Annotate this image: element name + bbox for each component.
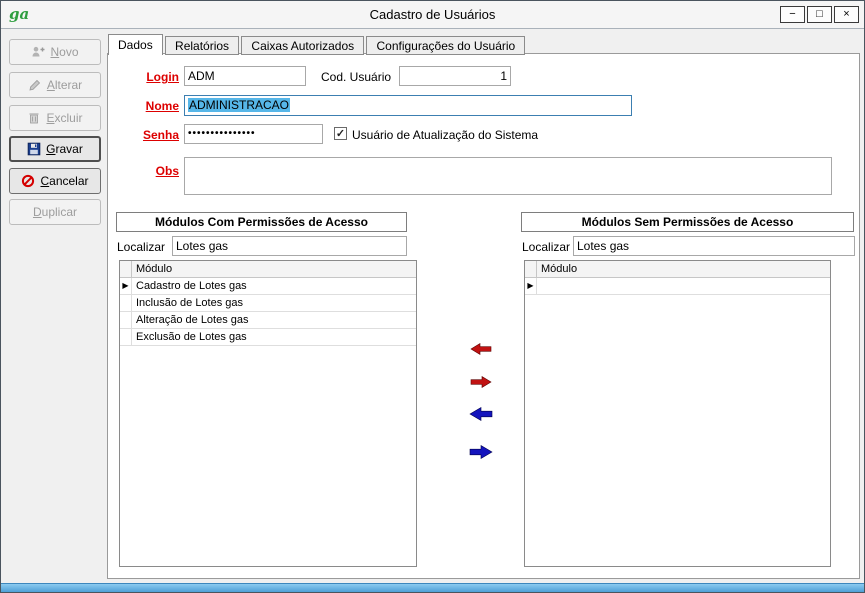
window-controls: − □ ×: [780, 6, 859, 23]
duplicar-button-label: Duplicar: [33, 205, 77, 219]
new-user-icon: [31, 45, 45, 59]
grid-row[interactable]: Inclusão de Lotes gas: [120, 295, 416, 312]
grid-header-right: Módulo: [525, 261, 830, 278]
grid-indicator-header: [525, 261, 537, 277]
nome-input[interactable]: ADMINISTRACAO: [184, 95, 632, 116]
row-indicator-empty: [120, 312, 132, 328]
cod-usuario-input[interactable]: 1: [399, 66, 511, 86]
cancel-icon: [21, 174, 35, 188]
modules-without-access-title: Módulos Sem Permissões de Acesso: [521, 212, 854, 232]
senha-input[interactable]: •••••••••••••••: [184, 124, 323, 144]
tab-caixas-autorizados[interactable]: Caixas Autorizados: [241, 36, 364, 55]
minimize-button[interactable]: −: [780, 6, 805, 23]
cancelar-button[interactable]: Cancelar: [9, 168, 101, 194]
obs-input[interactable]: [184, 157, 832, 195]
grid-header-left: Módulo: [120, 261, 416, 278]
tab-relatorios[interactable]: Relatórios: [165, 36, 239, 55]
maximize-button[interactable]: □: [807, 6, 832, 23]
red-right-arrow-icon: [470, 375, 492, 389]
edit-icon: [28, 78, 42, 92]
blue-left-arrow-icon: [468, 406, 494, 422]
sidebar: Novo Alterar Excluir Gravar Cancelar: [4, 32, 107, 580]
move-all-right-button[interactable]: [468, 444, 494, 463]
senha-label: Senha: [108, 128, 179, 142]
tab-dados[interactable]: Dados: [108, 34, 163, 55]
modules-with-access-title: Módulos Com Permissões de Acesso: [116, 212, 407, 232]
grid-cell[interactable]: [537, 278, 830, 294]
row-indicator-empty: [120, 329, 132, 345]
login-label: Login: [108, 70, 179, 84]
move-all-left-button[interactable]: [468, 406, 494, 425]
tab-configuracoes-usuario[interactable]: Configurações do Usuário: [366, 36, 525, 55]
close-button[interactable]: ×: [834, 6, 859, 23]
tab-page-dados: Login ADM Cod. Usuário 1 Nome ADMINISTRA…: [107, 53, 860, 579]
checkmark-icon: ✓: [335, 128, 346, 140]
blue-right-arrow-icon: [468, 444, 494, 460]
gravar-button-label: Gravar: [46, 142, 83, 156]
app-window: ga Cadastro de Usuários − □ × Novo Alter…: [0, 0, 865, 593]
login-input[interactable]: ADM: [184, 66, 306, 86]
alterar-button-label: Alterar: [47, 78, 82, 92]
nome-input-selected-text: ADMINISTRACAO: [188, 98, 290, 112]
localizar-left-label: Localizar: [117, 240, 165, 254]
excluir-button[interactable]: Excluir: [9, 105, 101, 131]
novo-button-label: Novo: [50, 45, 78, 59]
trash-icon: [27, 111, 41, 125]
grid-row[interactable]: Alteração de Lotes gas: [120, 312, 416, 329]
duplicar-button[interactable]: Duplicar: [9, 199, 101, 225]
cancelar-button-label: Cancelar: [40, 174, 88, 188]
row-indicator-icon: ▶: [120, 278, 132, 294]
red-left-arrow-icon: [470, 342, 492, 356]
grid-row-selected[interactable]: ▶ Cadastro de Lotes gas: [120, 278, 416, 295]
tab-bar: Dados Relatórios Caixas Autorizados Conf…: [108, 34, 524, 55]
window-bottom-border: [1, 583, 864, 592]
move-selected-left-button[interactable]: [470, 342, 492, 359]
grid-column-modulo: Módulo: [537, 261, 830, 277]
localizar-left-input[interactable]: Lotes gas: [172, 236, 407, 256]
nome-label: Nome: [108, 99, 179, 113]
row-indicator-icon: ▶: [525, 278, 537, 294]
grid-cell[interactable]: Cadastro de Lotes gas: [132, 278, 416, 294]
modules-without-access-grid[interactable]: Módulo ▶: [524, 260, 831, 567]
grid-row[interactable]: Exclusão de Lotes gas: [120, 329, 416, 346]
update-user-checkbox[interactable]: ✓: [334, 127, 347, 140]
grid-column-modulo: Módulo: [132, 261, 416, 277]
grid-indicator-header: [120, 261, 132, 277]
grid-row-selected[interactable]: ▶: [525, 278, 830, 295]
localizar-right-input[interactable]: Lotes gas: [573, 236, 855, 256]
update-user-checkbox-label[interactable]: Usuário de Atualização do Sistema: [352, 128, 538, 142]
row-indicator-empty: [120, 295, 132, 311]
grid-cell[interactable]: Alteração de Lotes gas: [132, 312, 416, 328]
obs-label: Obs: [108, 164, 179, 178]
novo-button[interactable]: Novo: [9, 39, 101, 65]
alterar-button[interactable]: Alterar: [9, 72, 101, 98]
window-title: Cadastro de Usuários: [1, 7, 864, 22]
gravar-button[interactable]: Gravar: [9, 136, 101, 162]
move-selected-right-button[interactable]: [470, 375, 492, 392]
grid-cell[interactable]: Inclusão de Lotes gas: [132, 295, 416, 311]
localizar-right-label: Localizar: [522, 240, 570, 254]
save-icon: [27, 142, 41, 156]
excluir-button-label: Excluir: [46, 111, 82, 125]
modules-with-access-grid[interactable]: Módulo ▶ Cadastro de Lotes gas Inclusão …: [119, 260, 417, 567]
grid-cell[interactable]: Exclusão de Lotes gas: [132, 329, 416, 345]
cod-usuario-label: Cod. Usuário: [321, 70, 391, 84]
title-bar[interactable]: ga Cadastro de Usuários − □ ×: [1, 1, 864, 29]
